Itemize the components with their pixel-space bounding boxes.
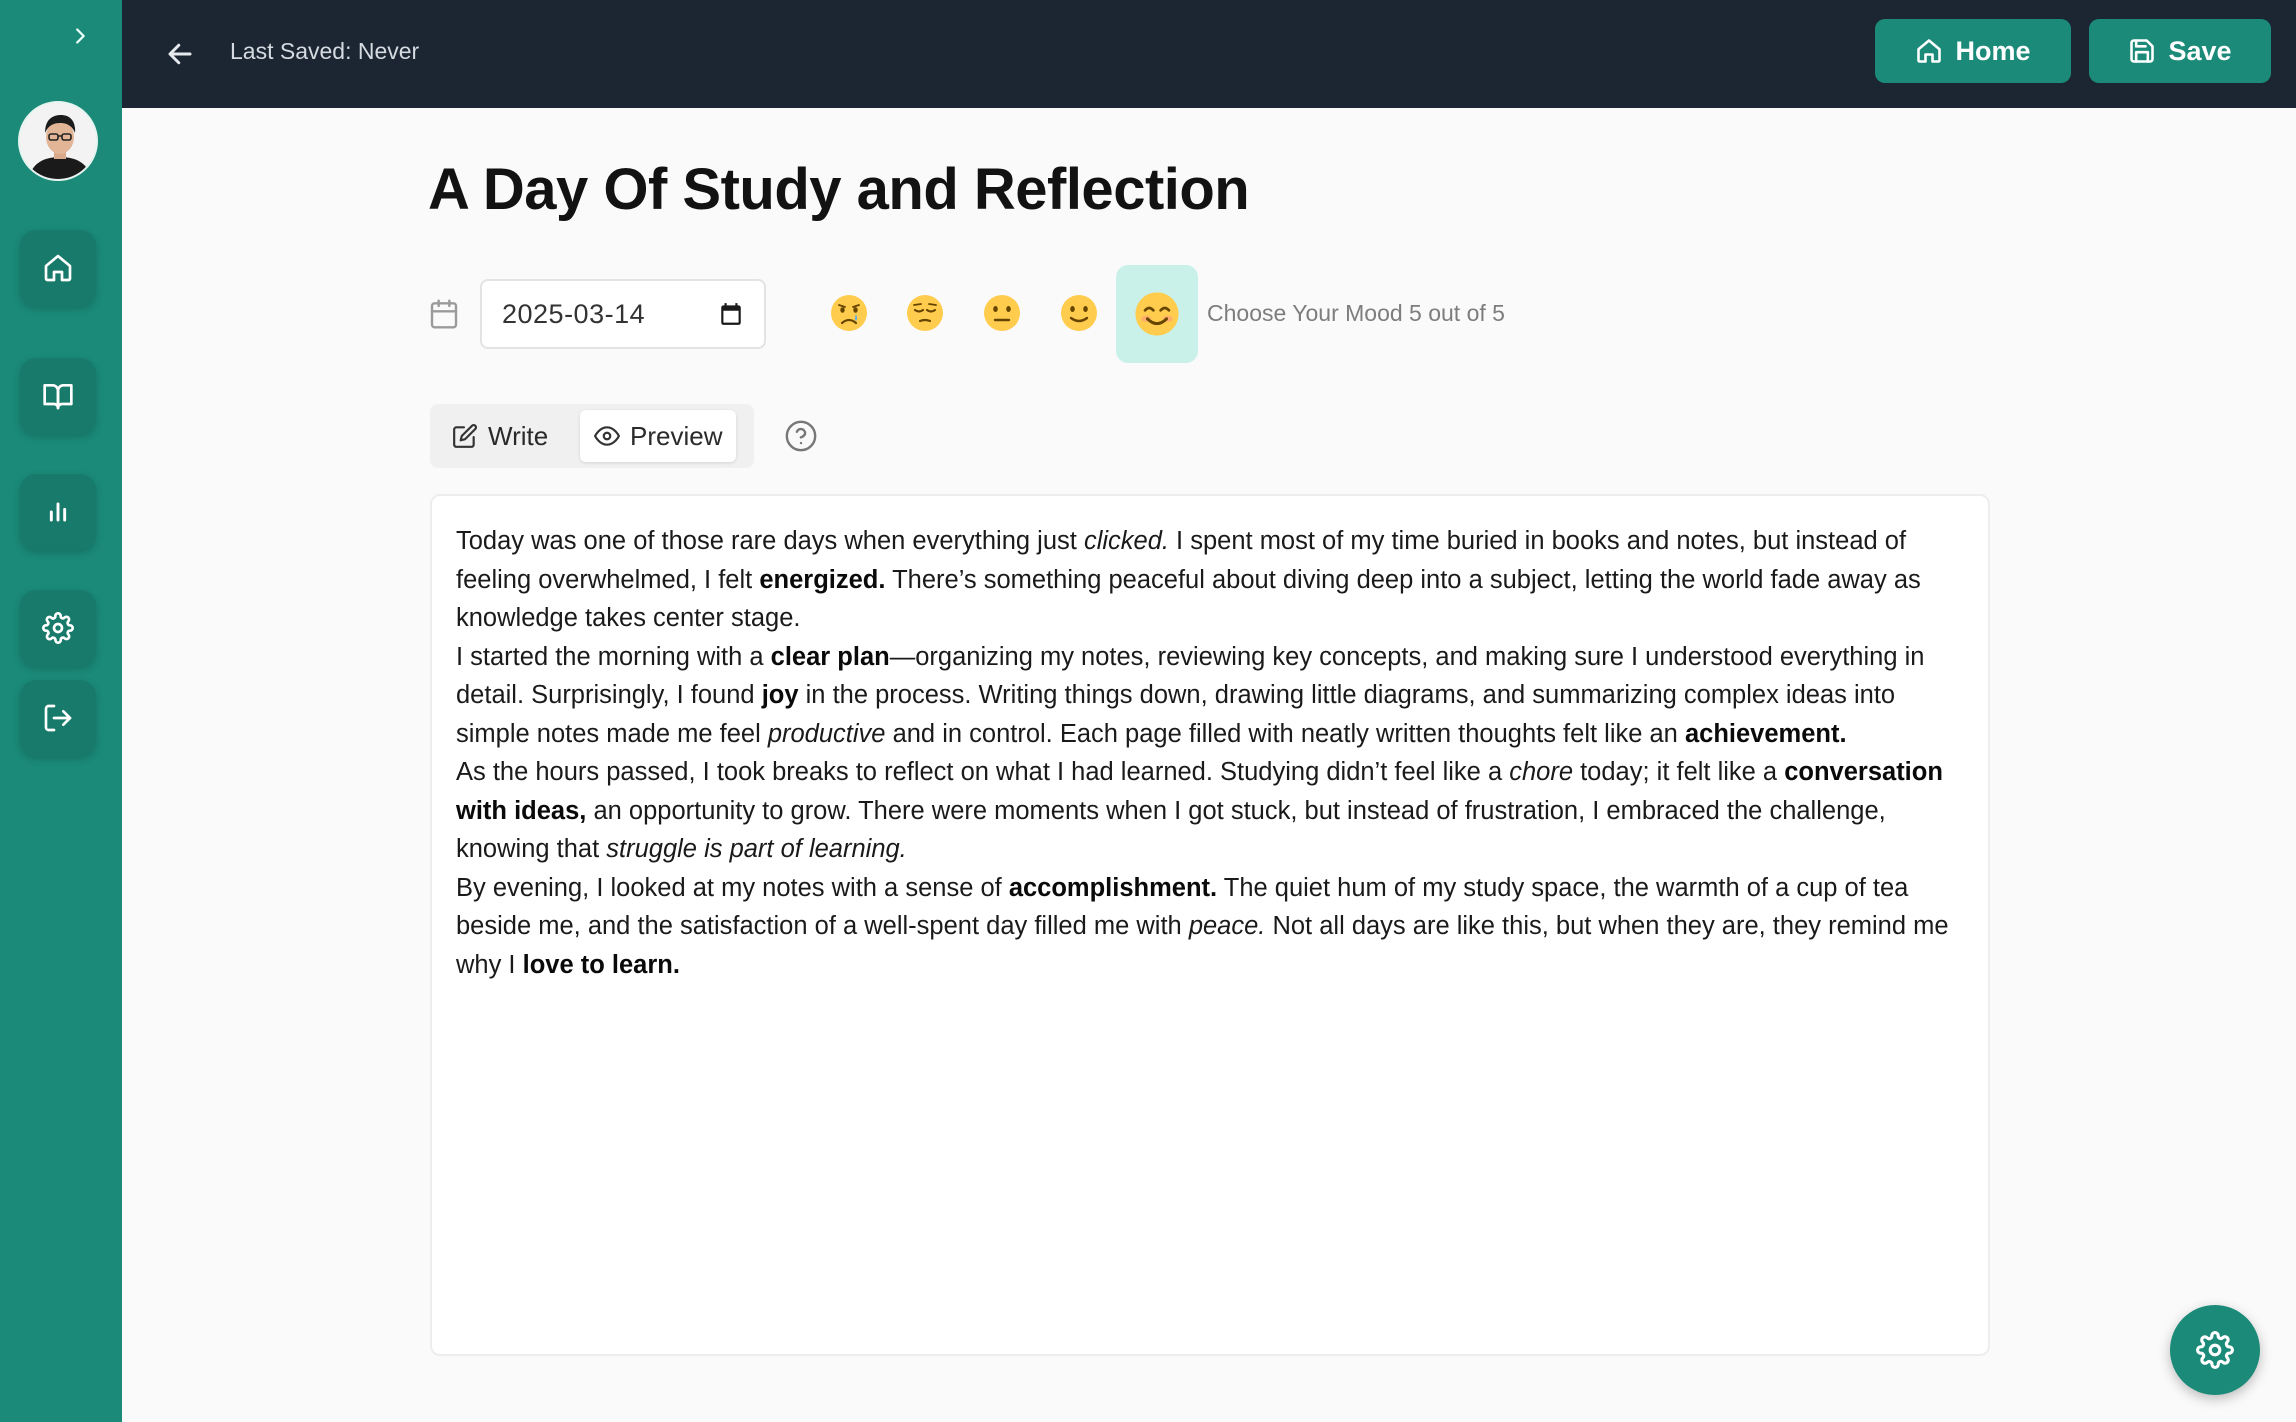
arrow-left-icon — [168, 43, 192, 65]
save-icon — [2130, 39, 2155, 63]
gear-icon — [2196, 1331, 2234, 1369]
date-input[interactable]: 2025-03-14 — [480, 279, 766, 349]
save-button[interactable]: Save — [2089, 19, 2271, 83]
paragraph-3: As the hours passed, I took breaks to re… — [456, 758, 1943, 863]
mood-option-5[interactable] — [1116, 265, 1198, 363]
tab-write[interactable]: Write — [438, 410, 562, 462]
expand-sidebar-button[interactable] — [62, 18, 98, 54]
editor-mode-tabs: Write Preview — [430, 404, 754, 468]
mood-label: Choose Your Mood 5 out of 5 — [1207, 300, 1505, 326]
home-icon — [1917, 39, 1942, 63]
slight-smile-icon — [1061, 295, 1097, 331]
happy-face-icon — [1135, 292, 1179, 336]
crying-face-icon — [831, 295, 867, 331]
journal-preview[interactable]: Today was one of those rare days when ev… — [430, 494, 1990, 1356]
sidebar-item-logout[interactable] — [20, 680, 96, 756]
calendar-icon — [430, 299, 458, 329]
neutral-face-icon — [984, 295, 1020, 331]
sidebar-item-settings[interactable] — [20, 590, 96, 666]
tab-preview-label: Preview — [630, 420, 723, 451]
back-button[interactable] — [158, 32, 202, 76]
avatar[interactable] — [18, 101, 98, 181]
sidebar — [0, 0, 122, 1422]
paragraph-4: By evening, I looked at my notes with a … — [456, 873, 1949, 979]
tab-write-label: Write — [488, 420, 549, 451]
gear-icon — [42, 612, 74, 644]
home-button-label: Home — [1955, 35, 2031, 66]
mood-option-1[interactable] — [818, 282, 880, 344]
home-icon — [44, 254, 72, 282]
paragraph-1: Today was one of those rare days when ev… — [456, 527, 1921, 632]
sidebar-item-journal[interactable] — [20, 358, 96, 434]
sidebar-item-stats[interactable] — [20, 474, 96, 550]
home-button[interactable]: Home — [1875, 19, 2071, 83]
book-icon — [43, 384, 73, 410]
user-avatar-icon — [20, 103, 96, 179]
paragraph-2: I started the morning with a clear plan—… — [456, 642, 1925, 748]
top-header: Last Saved: Never Home Save — [122, 0, 2296, 108]
tab-preview[interactable]: Preview — [580, 410, 737, 462]
floating-settings-button[interactable] — [2170, 1305, 2260, 1395]
edit-icon — [453, 424, 477, 448]
logout-icon — [44, 704, 72, 732]
date-value: 2025-03-14 — [502, 298, 646, 329]
entry-title[interactable]: A Day Of Study and Reflection — [428, 156, 1250, 223]
mood-option-2[interactable] — [894, 282, 956, 344]
pensive-face-icon — [907, 295, 943, 331]
eye-icon — [594, 426, 620, 446]
save-button-label: Save — [2168, 35, 2232, 66]
chevron-right-icon — [76, 28, 85, 44]
bar-chart-icon — [49, 502, 67, 522]
help-circle-icon[interactable] — [784, 419, 818, 453]
sidebar-item-home[interactable] — [20, 230, 96, 306]
mood-option-3[interactable] — [971, 282, 1033, 344]
last-saved-status: Last Saved: Never — [230, 38, 420, 64]
calendar-picker-icon[interactable] — [718, 301, 744, 327]
mood-option-4[interactable] — [1048, 282, 1110, 344]
